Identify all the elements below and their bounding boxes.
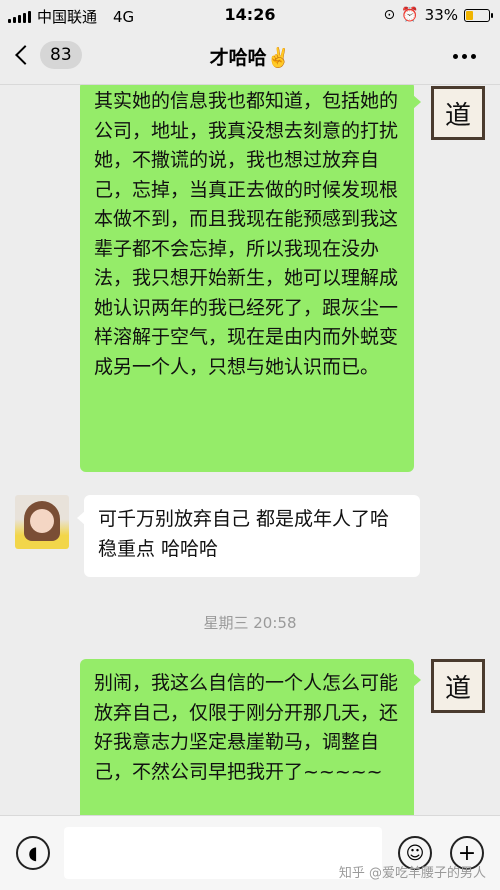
rotation-lock-icon: ⊙ — [383, 7, 396, 23]
more-icon[interactable] — [453, 54, 476, 59]
battery-icon — [464, 8, 493, 22]
watermark: 知乎 @爱吃羊腰子的男人 — [338, 866, 486, 881]
my-avatar[interactable]: 道 — [431, 86, 485, 140]
chat-header: 83 才哈哈✌️ — [0, 30, 500, 85]
message-bubble-mine[interactable]: 别闹，我这么自信的一个人怎么可能放弃自己，仅限于刚分开那几天，还好我意志力坚定悬… — [80, 659, 421, 815]
battery-percent: 33% — [424, 6, 458, 24]
contact-avatar[interactable] — [15, 495, 69, 549]
alarm-icon: ⏰ — [401, 7, 419, 23]
message-bubble-mine[interactable]: 其实她的信息我也都知道，包括她的公司，地址，我真没想去刻意的打扰她，不撒谎的说，… — [80, 85, 421, 472]
status-bar: 中国联通 4G 14:26 ⊙ ⏰ 33% — [0, 0, 500, 30]
status-right: ⊙ ⏰ 33% — [383, 6, 493, 24]
input-bar: ◖ ☺ + 知乎 @爱吃羊腰子的男人 — [0, 815, 500, 890]
chat-title: 才哈哈✌️ — [209, 47, 291, 69]
message-bubble-theirs[interactable]: 可千万别放弃自己 都是成年人了哈 稳重点 哈哈哈 — [77, 495, 420, 577]
message-timestamp: 星期三 20:58 — [203, 614, 297, 632]
my-avatar[interactable]: 道 — [431, 659, 485, 713]
avatar-calligraphy: 道 — [444, 100, 471, 131]
voice-icon[interactable]: ◖ — [16, 836, 50, 870]
message-list[interactable]: 其实她的信息我也都知道，包括她的公司，地址，我真没想去刻意的打扰她，不撒谎的说，… — [0, 85, 500, 815]
message-input[interactable] — [64, 827, 382, 879]
avatar-calligraphy: 道 — [444, 673, 471, 704]
